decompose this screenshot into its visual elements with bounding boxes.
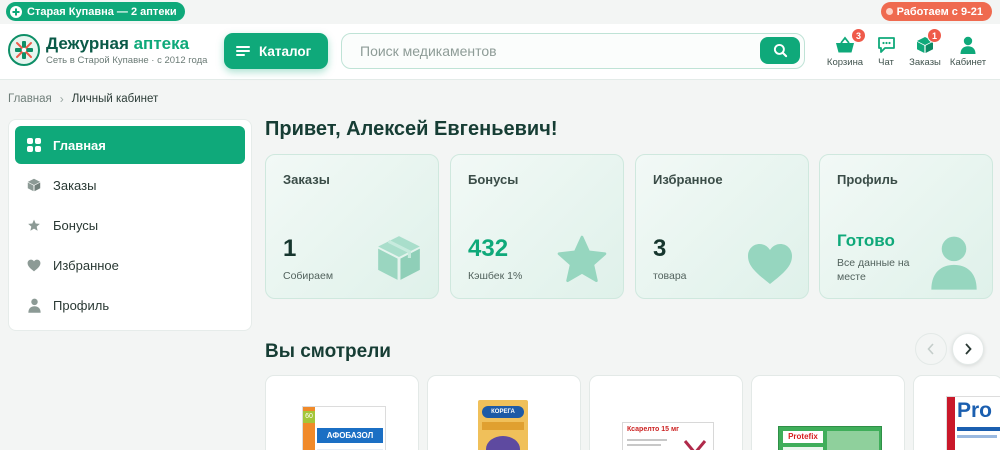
orders-count-badge: 1 bbox=[927, 28, 942, 43]
search-input[interactable] bbox=[360, 42, 760, 60]
product-box-label: Ксарелто 15 мг bbox=[627, 426, 680, 433]
card-subtitle: товара bbox=[653, 270, 687, 282]
pharmacy-logo-icon bbox=[8, 34, 40, 66]
city-selector[interactable]: Старая Купавна — 2 аптеки bbox=[6, 2, 185, 21]
brand-name: Дежурная аптека bbox=[46, 33, 190, 53]
star-icon bbox=[28, 219, 40, 231]
card-title: Профиль bbox=[837, 172, 898, 187]
chevron-right-icon: › bbox=[59, 92, 64, 106]
search-icon bbox=[773, 43, 787, 58]
sidebar-item-favorites[interactable]: Избранное bbox=[15, 246, 245, 284]
chevron-left-icon bbox=[927, 343, 934, 355]
product-image: Pro bbox=[946, 396, 1000, 450]
recently-viewed-title: Вы смотрели bbox=[265, 341, 391, 362]
product-box-label: КОРЕГА bbox=[482, 406, 524, 418]
user-icon bbox=[27, 298, 41, 313]
card-value: 1 bbox=[283, 235, 297, 262]
box-icon bbox=[378, 236, 420, 280]
sidebar-item-label: Избранное bbox=[53, 257, 119, 273]
catalog-button[interactable]: Каталог bbox=[224, 33, 328, 69]
sidebar-item-profile[interactable]: Профиль bbox=[15, 286, 245, 324]
user-icon bbox=[960, 36, 976, 54]
product-box-label: Pro bbox=[957, 399, 993, 422]
breadcrumb-current: Личный кабинет bbox=[71, 93, 159, 105]
card-title: Заказы bbox=[283, 172, 330, 187]
site-header: Дежурная аптека Сеть в Старой Купавне · … bbox=[0, 24, 1000, 80]
heart-icon bbox=[27, 259, 41, 271]
product-card[interactable]: 60 АФОБАЗОЛ bbox=[265, 375, 419, 450]
catalog-label: Каталог bbox=[259, 43, 312, 59]
sidebar-item-bonuses[interactable]: Бонусы bbox=[15, 206, 245, 244]
carousel-prev-button[interactable] bbox=[915, 333, 947, 365]
status-dot-icon bbox=[885, 8, 893, 15]
product-box-label: Protefix bbox=[783, 431, 823, 443]
working-hours-label: Работаем с 9-21 bbox=[896, 5, 983, 18]
pharmacy-cross-icon bbox=[10, 5, 22, 18]
sidebar-item-label: Бонусы bbox=[53, 217, 99, 233]
sidebar-item-orders[interactable]: Заказы bbox=[15, 166, 245, 204]
favorites-card[interactable]: Избранное 3 товара bbox=[635, 154, 809, 299]
sidebar-item-label: Заказы bbox=[53, 177, 97, 193]
chevron-right-icon bbox=[965, 343, 972, 355]
card-value: Готово bbox=[837, 231, 895, 250]
menu-icon bbox=[236, 46, 250, 56]
sidebar-item-label: Главная bbox=[53, 137, 106, 153]
logo[interactable]: Дежурная аптека Сеть в Старой Купавне · … bbox=[8, 34, 207, 66]
product-card[interactable]: Protefix bbox=[751, 375, 905, 450]
breadcrumb-home[interactable]: Главная bbox=[8, 93, 52, 105]
search-box bbox=[341, 33, 805, 69]
working-hours-badge: Работаем с 9-21 bbox=[880, 2, 992, 21]
box-icon bbox=[27, 178, 41, 192]
card-value: 432 bbox=[468, 235, 509, 262]
cabinet-label: Кабинет bbox=[949, 57, 987, 68]
user-icon bbox=[931, 236, 977, 290]
star-icon bbox=[557, 235, 607, 283]
product-card[interactable]: Ксарелто 15 мг bbox=[589, 375, 743, 450]
carousel-next-button[interactable] bbox=[952, 333, 984, 365]
product-image: КОРЕГА bbox=[478, 400, 528, 450]
product-card[interactable]: Pro bbox=[913, 375, 1000, 450]
brand-subtitle: Сеть в Старой Купавне · с 2012 года bbox=[46, 54, 208, 66]
product-image: Ксарелто 15 мг bbox=[622, 422, 714, 450]
orders-card[interactable]: Заказы 1 Собираем bbox=[265, 154, 439, 299]
cabinet-link[interactable]: Кабинет bbox=[943, 32, 993, 68]
profile-card[interactable]: Профиль Готово Все данные на месте bbox=[819, 154, 993, 299]
product-card[interactable]: КОРЕГА bbox=[427, 375, 581, 450]
sidebar-item-label: Профиль bbox=[53, 297, 110, 313]
card-title: Бонусы bbox=[468, 172, 519, 187]
card-subtitle: Все данные на месте bbox=[837, 257, 910, 283]
card-subtitle: Кэшбек 1% bbox=[468, 270, 523, 282]
grid-icon bbox=[27, 138, 41, 152]
product-box-label: АФОБАЗОЛ bbox=[317, 428, 383, 443]
product-image: 60 АФОБАЗОЛ bbox=[302, 406, 386, 450]
card-subtitle: Собираем bbox=[283, 270, 334, 282]
city-label: Старая Купавна — 2 аптеки bbox=[27, 5, 177, 18]
heart-icon bbox=[748, 244, 792, 284]
product-image: Protefix bbox=[778, 426, 882, 450]
search-button[interactable] bbox=[760, 37, 800, 64]
sidebar-item-home[interactable]: Главная bbox=[15, 126, 245, 164]
breadcrumb: Главная › Личный кабинет bbox=[8, 92, 158, 106]
top-strip: Старая Купавна — 2 аптеки Работаем с 9-2… bbox=[0, 0, 1000, 24]
card-title: Избранное bbox=[653, 172, 723, 187]
account-sidebar: Главная Заказы Бонусы Избранное Профиль bbox=[8, 119, 252, 331]
bonuses-card[interactable]: Бонусы 432 Кэшбек 1% bbox=[450, 154, 624, 299]
page-title: Привет, Алексей Евгеньевич! bbox=[265, 118, 558, 140]
card-value: 3 bbox=[653, 235, 667, 262]
chat-icon bbox=[877, 37, 895, 53]
